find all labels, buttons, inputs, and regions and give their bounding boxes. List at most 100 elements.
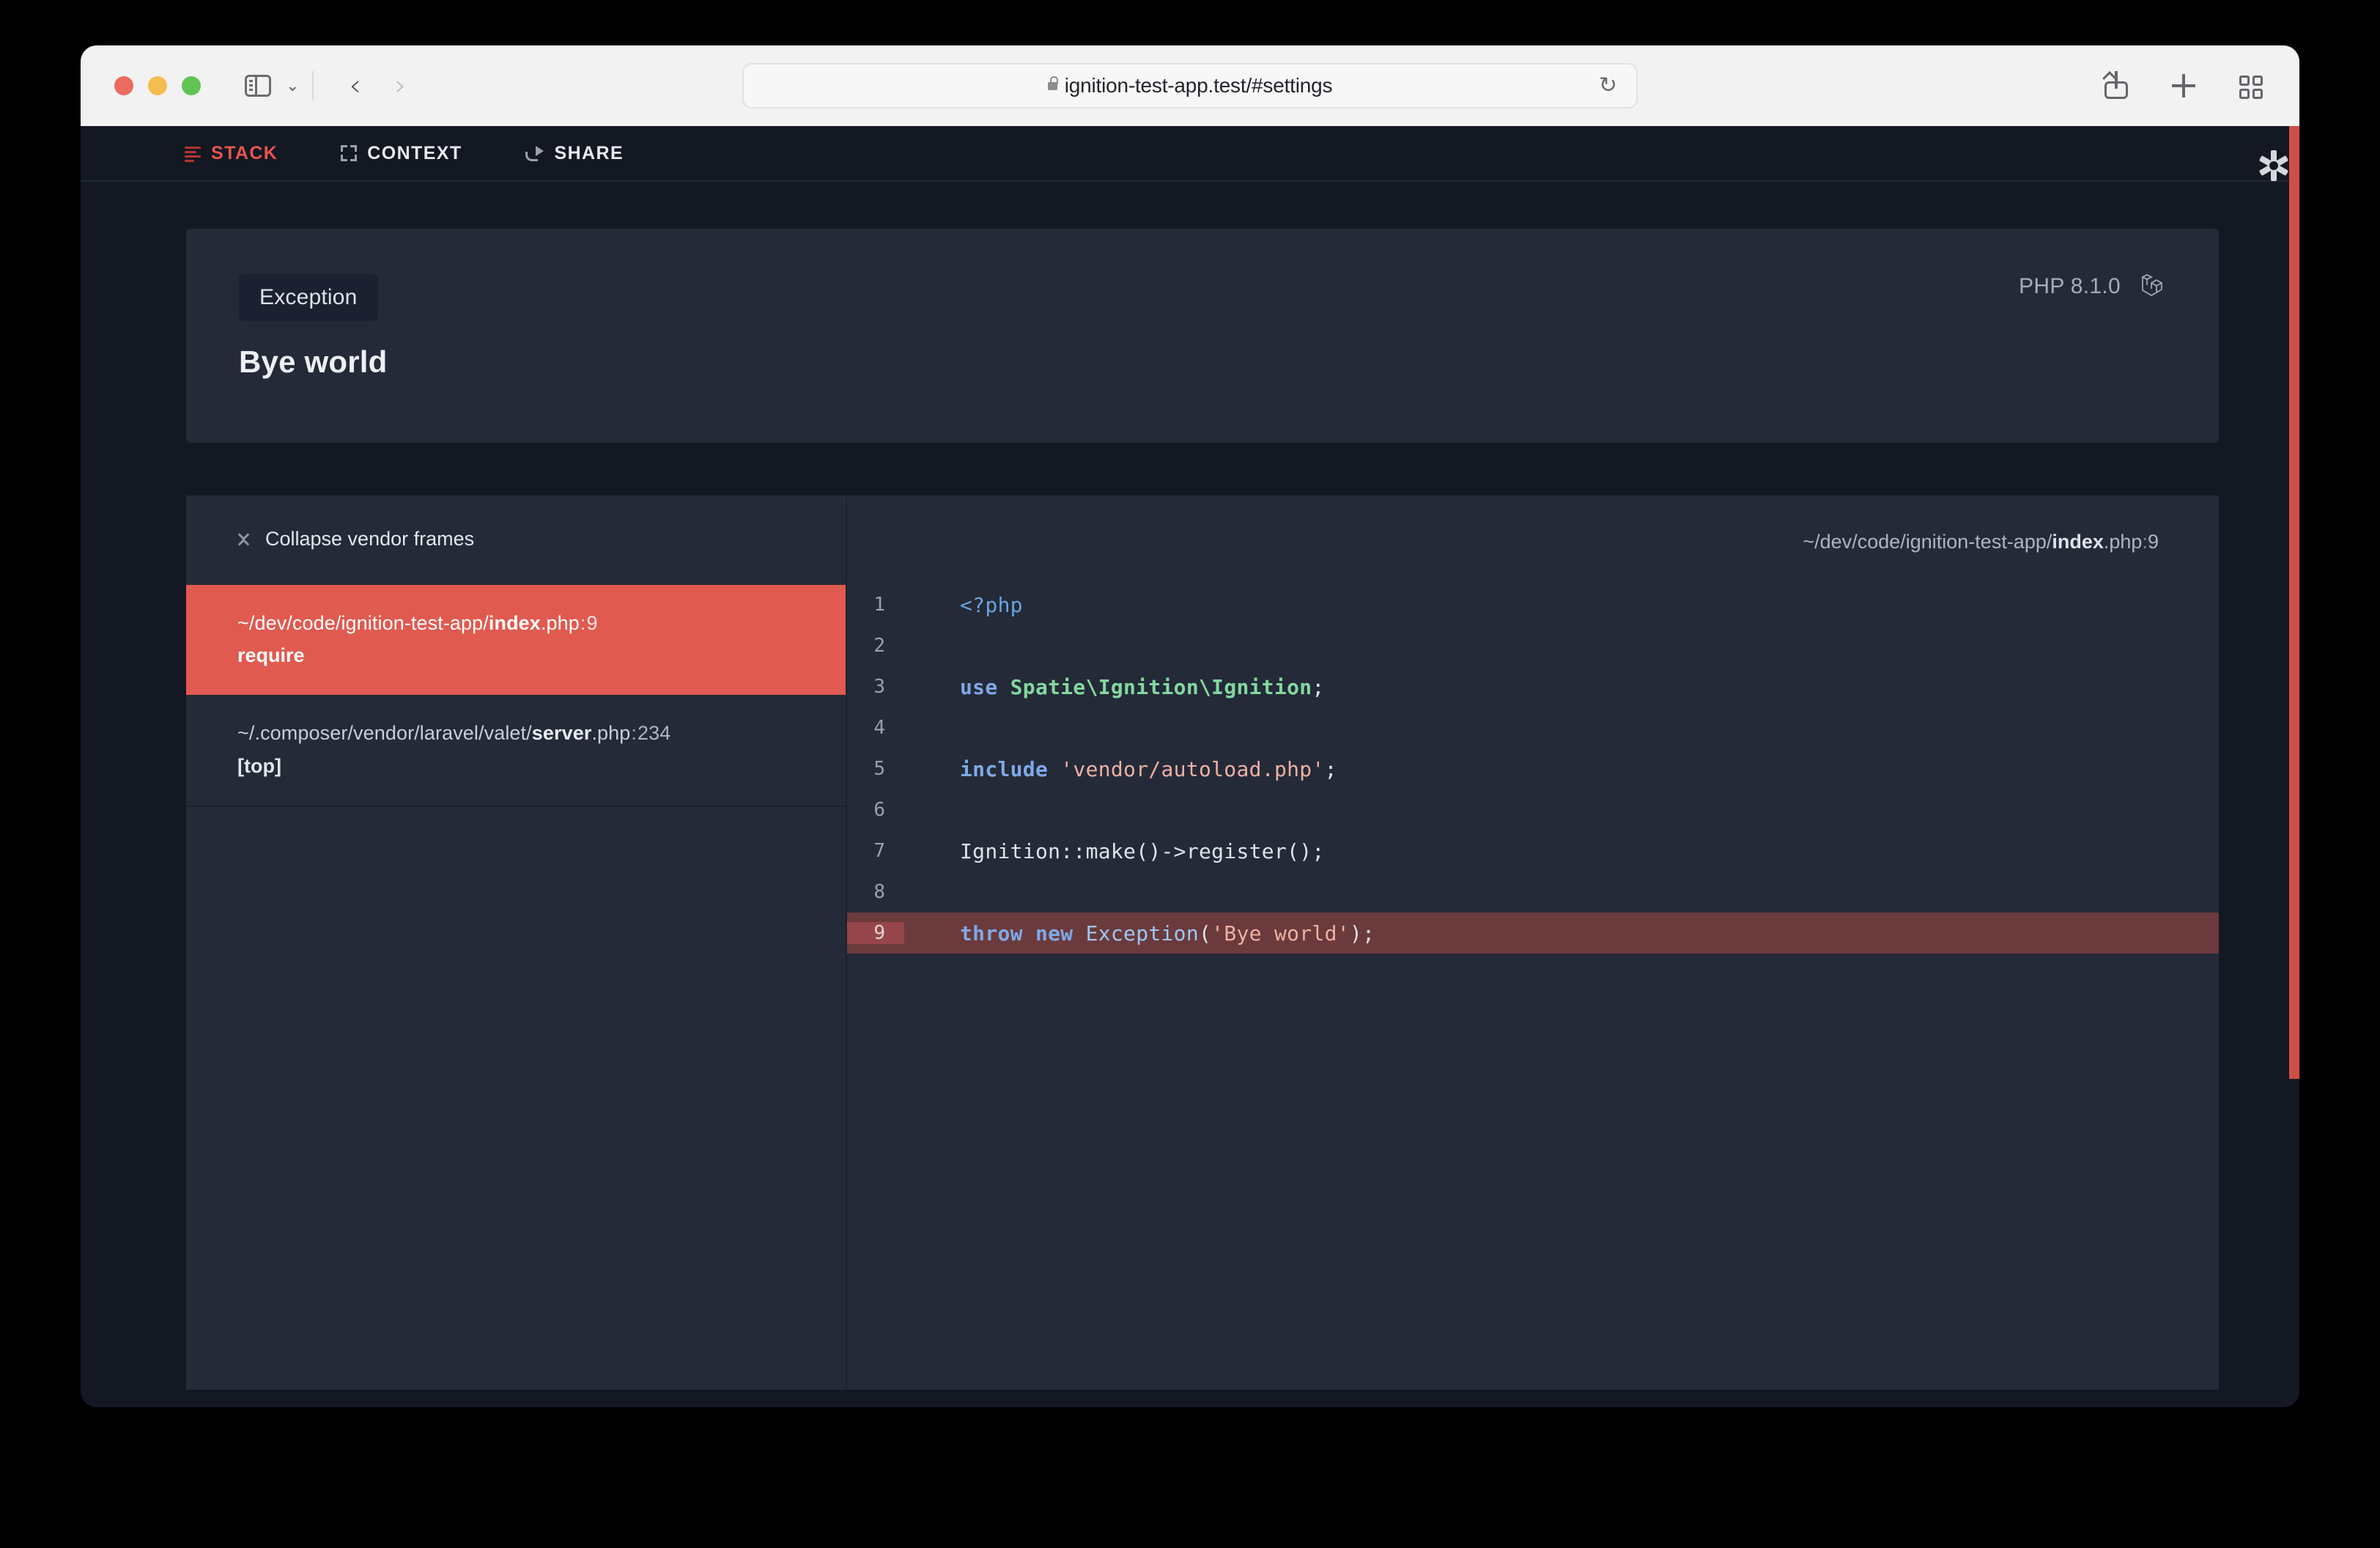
plus-icon[interactable] [2169,71,2198,100]
code-line-number: 1 [847,594,904,616]
code-line-number: 2 [847,635,904,657]
exception-card: Exception Bye world PHP 8.1.0 [186,229,2219,443]
code-line-number: 3 [847,676,904,698]
stack-frame-list: ~/dev/code/ignition-test-app/index.php:9… [186,585,846,808]
code-file-header: ~/dev/code/ignition-test-app/index.php:9 [847,495,2219,553]
code-viewer-pane: ~/dev/code/ignition-test-app/index.php:9… [847,495,2219,1390]
code-line-number: 9 [847,922,904,944]
stack-trace-pane: Collapse vendor frames ~/dev/code/igniti… [186,495,847,1390]
code-token: 'Bye world' [1211,921,1350,946]
code-token: throw new [960,921,1086,946]
stack-frame-method: require [237,644,794,667]
page-scrollbar[interactable] [2289,126,2299,1079]
code-file: index [2052,531,2104,553]
toolbar-actions [2102,71,2266,100]
chevron-down-icon[interactable]: ⌄ [286,78,299,94]
tab-share-label: SHARE [555,143,624,164]
navigation-buttons: ‹ › [349,71,406,100]
code-token: ( [1199,921,1211,946]
code-line-number: 6 [847,799,904,821]
back-button[interactable]: ‹ [349,71,361,100]
frame-file: server [532,722,592,744]
exception-type-badge: Exception [239,274,378,321]
code-token: ; [1325,757,1337,781]
code-line: 1 <?php [847,584,2219,625]
code-line-source: <?php [904,593,1023,617]
frame-line: 234 [638,722,670,744]
collapse-vendor-frames-button[interactable]: Collapse vendor frames [237,528,474,550]
laravel-logo-icon [2141,273,2163,300]
code-token: use [960,675,1010,699]
stack-frame-path: ~/.composer/vendor/laravel/valet/server.… [237,721,794,746]
ignition-navbar: STACK CONTEXT SHARE [81,126,2299,182]
code-dir: ~/dev/code/ignition-test-app/ [1803,531,2052,553]
reload-icon[interactable]: ↻ [1599,75,1617,97]
tab-context-label: CONTEXT [367,143,462,164]
code-line: 5include 'vendor/autoload.php'; [847,748,2219,789]
code-token: 'vendor/autoload.php' [1060,757,1324,781]
maximize-window-button[interactable] [182,76,201,95]
exception-message: Bye world [239,344,2166,380]
browser-window: ⌄ ‹ › ignition-test-app.test/#settings ↻ [81,45,2299,1407]
window-controls [114,76,201,95]
frame-file: index [489,612,541,634]
code-token: Exception [1086,921,1199,946]
stack-frame-0[interactable]: ~/dev/code/ignition-test-app/index.php:9… [186,585,846,696]
php-version-label: PHP 8.1.0 [2019,274,2121,299]
code-line-number: 4 [847,717,904,739]
share-icon[interactable] [2102,71,2131,100]
code-line: 9throw new Exception('Bye world'); [847,913,2219,954]
code-token: <?php [960,593,1023,617]
code-line: 7 Ignition::make()->register(); [847,830,2219,871]
code-token: ); [1350,921,1375,946]
frame-ext: .php [591,722,630,744]
code-line-source: use Spatie\Ignition\Ignition; [904,675,1325,699]
lock-icon [1048,82,1057,90]
code-line: 3use Spatie\Ignition\Ignition; [847,666,2219,707]
tab-context[interactable]: CONTEXT [341,143,462,164]
frame-dir: ~/dev/code/ignition-test-app/ [237,612,489,634]
sidebar-toggle-group: ⌄ [245,71,314,100]
code-line: 8 [847,871,2219,913]
code-line: 6 [847,789,2219,830]
code-line-source: include 'vendor/autoload.php'; [904,757,1337,781]
toolbar-divider [312,71,314,100]
stack-frame-1[interactable]: ~/.composer/vendor/laravel/valet/server.… [186,695,846,806]
minimize-window-button[interactable] [148,76,167,95]
code-line-number: 7 [847,840,904,862]
tab-share[interactable]: SHARE [525,143,624,164]
code-ext: .php [2104,531,2143,553]
collapse-row: Collapse vendor frames [186,495,846,553]
crop-frame-icon [341,145,357,161]
frame-dir: ~/.composer/vendor/laravel/valet/ [237,722,532,744]
code-token: ; [1312,675,1324,699]
code-line: 2 [847,625,2219,666]
code-token: Ignition::make()->register(); [960,839,1325,863]
url-text: ignition-test-app.test/#settings [1065,74,1333,97]
code-line-source: throw new Exception('Bye world'); [904,921,1375,946]
stack-frame-method: [top] [237,755,794,778]
code-line-no: 9 [2148,531,2159,553]
collapse-vertical-icon [237,530,252,549]
code-line-number: 8 [847,881,904,903]
stack-lines-icon [185,145,201,161]
tab-stack-label: STACK [211,143,278,164]
address-bar[interactable]: ignition-test-app.test/#settings ↻ [742,63,1638,108]
code-line-number: 5 [847,758,904,780]
runtime-info: PHP 8.1.0 [2019,273,2163,300]
tab-grid-icon[interactable] [2236,71,2266,100]
share-arrow-icon [525,145,544,161]
forward-button[interactable]: › [394,71,406,100]
code-line-source: Ignition::make()->register(); [904,839,1325,863]
ignition-app: STACK CONTEXT SHARE Exception Bye world [81,126,2299,1407]
code-lines[interactable]: 1<?php23use Spatie\Ignition\Ignition;45i… [847,584,2219,954]
close-window-button[interactable] [114,76,133,95]
frame-line: 9 [586,612,597,634]
browser-toolbar: ⌄ ‹ › ignition-test-app.test/#settings ↻ [81,45,2299,126]
tab-stack[interactable]: STACK [185,143,278,164]
code-line: 4 [847,707,2219,748]
code-token: Spatie\Ignition\Ignition [1010,675,1312,699]
collapse-vendor-frames-label: Collapse vendor frames [265,528,474,550]
sidebar-icon[interactable] [245,75,271,97]
detail-panel: Collapse vendor frames ~/dev/code/igniti… [186,495,2219,1390]
